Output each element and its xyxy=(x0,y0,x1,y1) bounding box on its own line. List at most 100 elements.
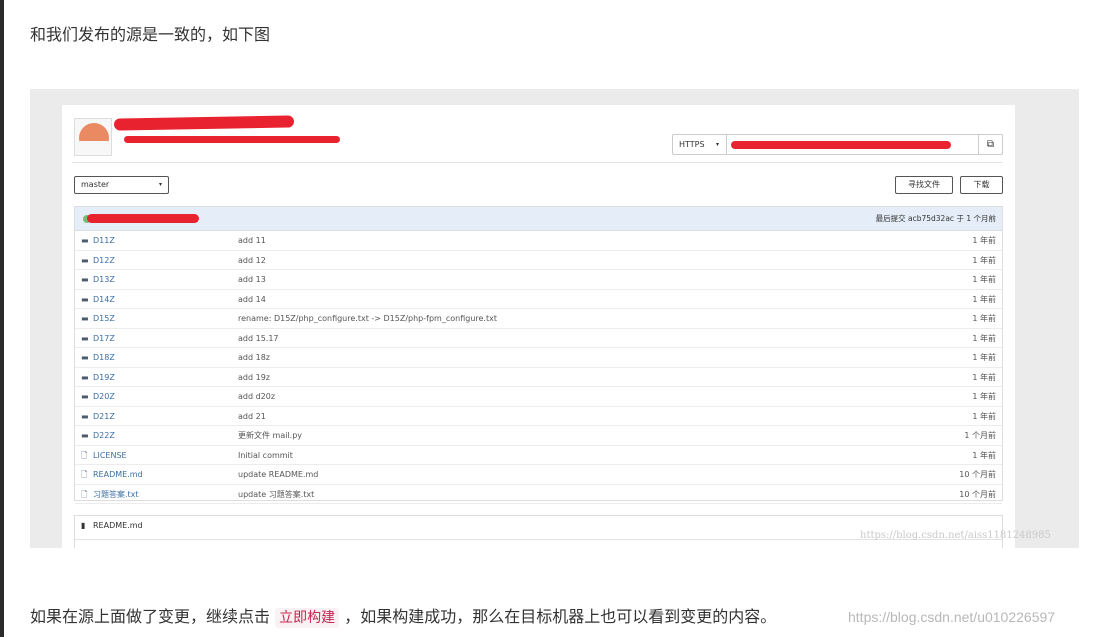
commit-message[interactable]: 更新文件 mail.py xyxy=(238,426,302,445)
file-name-link[interactable]: D22Z xyxy=(93,426,115,445)
file-row[interactable]: ▬ D12Z add 12 1 年前 xyxy=(75,251,1002,270)
download-button[interactable]: 下载 xyxy=(960,176,1003,194)
commit-time: 1 年前 xyxy=(972,353,996,362)
commit-time: 1 年前 xyxy=(972,411,996,421)
commit-message[interactable]: update README.md xyxy=(238,465,318,484)
latest-commit-hash[interactable]: acb75d32ac xyxy=(908,214,954,223)
file-name-link[interactable]: D17Z xyxy=(93,329,115,348)
file-row[interactable]: ▬ D15Z rename: D15Z/php_configure.txt -> D… xyxy=(75,309,1002,329)
commit-time: 10 个月前 xyxy=(959,489,996,499)
avatar-cloud xyxy=(75,141,111,155)
commit-time: 1 年前 xyxy=(972,314,996,323)
commit-time: 1 年前 xyxy=(972,392,996,401)
commit-message[interactable]: add d20z xyxy=(238,387,275,406)
file-name-link[interactable]: D11Z xyxy=(93,231,115,250)
book-icon: ▮ xyxy=(81,521,86,530)
chevron-down-icon: ▾ xyxy=(715,141,719,148)
latest-commit-info: 最后提交 acb75d32ac 于 1 个月前 xyxy=(876,207,996,231)
commit-time: 1 年前 xyxy=(972,255,996,265)
file-row[interactable]: ▬ D11Z add 11 1 年前 xyxy=(75,231,1002,251)
chevron-down-icon: ▾ xyxy=(158,181,162,188)
file-row[interactable]: ▬ D13Z add 13 1 年前 xyxy=(75,270,1002,290)
protocol-label: HTTPS xyxy=(679,140,705,149)
file-name-link[interactable]: D12Z xyxy=(93,251,115,270)
file-name-link[interactable]: D15Z xyxy=(93,309,115,328)
branch-select[interactable]: master ▾ xyxy=(74,176,169,194)
file-name-link[interactable]: README.md xyxy=(93,465,143,484)
line2-after: ，如果构建成功，那么在目标机器上也可以看到变更的内容。 xyxy=(344,607,777,626)
folder-icon: ▬ xyxy=(81,392,89,401)
copy-button[interactable]: ⧉ xyxy=(978,135,1002,154)
latest-commit-label: 最后提交 xyxy=(875,214,906,223)
commit-message[interactable]: Initial commit xyxy=(238,446,293,465)
file-name-link[interactable]: D21Z xyxy=(93,407,115,426)
commit-message[interactable]: rename: D15Z/php_configure.txt -> D15Z/p… xyxy=(238,309,497,328)
file-row[interactable]: ▬ D20Z add d20z 1 年前 xyxy=(75,387,1002,407)
file-name-link[interactable]: D18Z xyxy=(93,348,115,367)
commit-message[interactable]: add 13 xyxy=(238,270,266,289)
folder-icon: ▬ xyxy=(81,255,89,265)
protocol-select[interactable]: HTTPS ▾ xyxy=(673,135,727,154)
embedded-screenshot: HTTPS ▾ ⧉ master ▾ 寻找文件 下载 最后提交 acb75d32… xyxy=(30,89,1079,548)
folder-icon: ▬ xyxy=(81,294,89,304)
folder-icon: ▬ xyxy=(81,333,89,343)
commit-message[interactable]: add 11 xyxy=(238,231,266,250)
readme-title: README.md xyxy=(93,521,143,530)
commit-message[interactable]: add 12 xyxy=(238,251,266,270)
commit-time: 10 个月前 xyxy=(959,470,996,479)
commit-time: 1 年前 xyxy=(972,372,996,382)
commit-message[interactable]: add 19z xyxy=(238,368,270,387)
file-row[interactable]: 🗋 LICENSE Initial commit 1 年前 xyxy=(75,446,1002,465)
file-row[interactable]: ▬ D18Z add 18z 1 年前 xyxy=(75,348,1002,368)
redacted-clone-url xyxy=(731,141,951,149)
header-divider xyxy=(72,162,1003,163)
latest-commit-bar: 最后提交 acb75d32ac 于 1 个月前 xyxy=(75,207,1002,231)
window-edge xyxy=(0,0,4,637)
file-row[interactable]: ▬ D17Z add 15.17 1 年前 xyxy=(75,329,1002,348)
commit-message[interactable]: update 习题答案.txt xyxy=(238,485,314,504)
file-icon: 🗋 xyxy=(81,450,88,460)
folder-icon: ▬ xyxy=(81,411,89,421)
file-row[interactable]: ▬ D14Z add 14 1 年前 xyxy=(75,290,1002,309)
line2-before: 如果在源上面做了变更，继续点击 xyxy=(30,607,271,626)
find-file-button[interactable]: 寻找文件 xyxy=(895,176,953,194)
branch-label: master xyxy=(81,180,110,189)
article-text-line2: 如果在源上面做了变更，继续点击 立即构建 ，如果构建成功，那么在目标机器上也可以… xyxy=(30,603,777,628)
file-list: 最后提交 acb75d32ac 于 1 个月前 ▬ D11Z add 11 1 年前 ▬… xyxy=(74,206,1003,504)
folder-icon: ▬ xyxy=(81,314,89,323)
commit-message[interactable]: add 14 xyxy=(238,290,266,309)
inline-code-build-now: 立即构建 xyxy=(275,608,340,628)
copy-icon: ⧉ xyxy=(986,139,995,150)
commit-time: 1 年前 xyxy=(972,333,996,343)
repo-panel: HTTPS ▾ ⧉ master ▾ 寻找文件 下载 最后提交 acb75d32… xyxy=(62,105,1015,548)
redacted-repo-description xyxy=(124,136,340,143)
file-name-link[interactable]: D19Z xyxy=(93,368,115,387)
folder-icon: ▬ xyxy=(81,372,89,382)
page-watermark: https://blog.csdn.net/u010226597 xyxy=(848,609,1056,625)
commit-message[interactable]: add 21 xyxy=(238,407,266,426)
file-row[interactable]: 🗋 习题答案.txt update 习题答案.txt 10 个月前 xyxy=(75,485,1002,504)
file-row[interactable]: ▬ D22Z 更新文件 mail.py 1 个月前 xyxy=(75,426,1002,446)
commit-message[interactable]: add 18z xyxy=(238,348,270,367)
file-row[interactable]: 🗋 README.md update README.md 10 个月前 xyxy=(75,465,1002,485)
file-row[interactable]: ▬ D21Z add 21 1 年前 xyxy=(75,407,1002,426)
folder-icon: ▬ xyxy=(81,431,89,440)
folder-icon: ▬ xyxy=(81,236,89,245)
folder-icon: ▬ xyxy=(81,353,89,362)
file-row[interactable]: ▬ D19Z add 19z 1 年前 xyxy=(75,368,1002,387)
file-name-link[interactable]: 习题答案.txt xyxy=(93,485,139,504)
file-name-link[interactable]: D20Z xyxy=(93,387,115,406)
redacted-committer xyxy=(87,214,199,223)
commit-time: 1 个月前 xyxy=(964,431,996,440)
file-icon: 🗋 xyxy=(81,489,88,499)
commit-message[interactable]: add 15.17 xyxy=(238,329,279,348)
clone-url-box: HTTPS ▾ ⧉ xyxy=(672,134,1003,155)
file-name-link[interactable]: LICENSE xyxy=(93,446,127,465)
file-name-link[interactable]: D13Z xyxy=(93,270,115,289)
image-watermark: https://blog.csdn.net/aiss1181248985 xyxy=(860,530,1051,541)
file-name-link[interactable]: D14Z xyxy=(93,290,115,309)
repo-avatar xyxy=(74,118,112,156)
commit-time: 1 年前 xyxy=(972,294,996,304)
article-text-line1: 和我们发布的源是一致的，如下图 xyxy=(30,25,271,44)
latest-commit-time: 于 1 个月前 xyxy=(956,214,996,223)
